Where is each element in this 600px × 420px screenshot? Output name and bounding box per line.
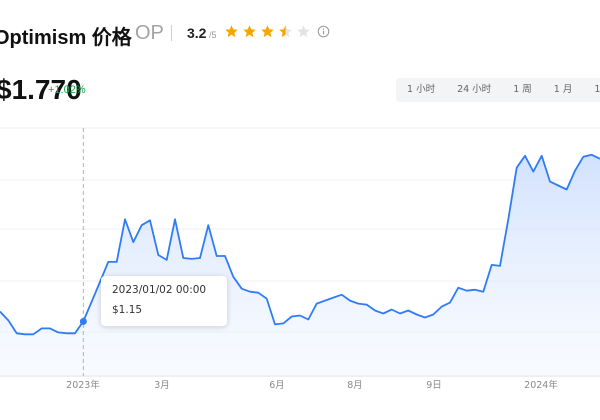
- info-icon[interactable]: [317, 25, 330, 38]
- range-1h-button[interactable]: 1 小时: [396, 78, 446, 102]
- coin-header: Optimism 价格 OP 3.2 /5: [0, 0, 600, 70]
- star-icon: [225, 25, 238, 38]
- rating-max: /5: [209, 30, 217, 40]
- x-tick-label: 6月: [269, 380, 285, 391]
- price-chart[interactable]: 2023年 3月 6月 8月 9日 2024年: [0, 120, 600, 400]
- price-change: +1.02%: [48, 84, 86, 96]
- range-1m-button[interactable]: 1 月: [543, 78, 584, 102]
- star-icon: [261, 25, 274, 38]
- x-tick-label: 2024年: [524, 379, 558, 391]
- page-title: Optimism 价格: [0, 27, 132, 49]
- x-tick-label: 2023年: [66, 379, 100, 391]
- ticker-symbol: OP: [135, 22, 164, 44]
- x-tick-label: 3月: [154, 380, 170, 391]
- chart-tooltip: 2023/01/02 00:00 $1.15: [101, 276, 227, 326]
- star-half-icon: [279, 25, 292, 38]
- header-divider: [171, 25, 172, 41]
- x-tick-label: 8月: [347, 380, 363, 391]
- star-icon: [243, 25, 256, 38]
- range-24h-button[interactable]: 24 小时: [446, 78, 502, 102]
- range-1w-button[interactable]: 1 周: [502, 78, 543, 102]
- rating-value: 3.2: [187, 25, 207, 41]
- star-empty-icon: [297, 25, 310, 38]
- range-1y-button[interactable]: 1 年: [583, 78, 600, 102]
- price-area: [0, 154, 600, 376]
- x-axis-labels: 2023年 3月 6月 8月 9日 2024年: [66, 379, 558, 391]
- time-range-selector: 1 小时 24 小时 1 周 1 月 1 年: [396, 78, 600, 102]
- tooltip-price: $1.15: [112, 304, 143, 316]
- highlight-point: [79, 317, 87, 325]
- tooltip-date: 2023/01/02 00:00: [112, 284, 207, 296]
- star-rating: [224, 24, 311, 40]
- x-tick-label: 9日: [426, 380, 442, 391]
